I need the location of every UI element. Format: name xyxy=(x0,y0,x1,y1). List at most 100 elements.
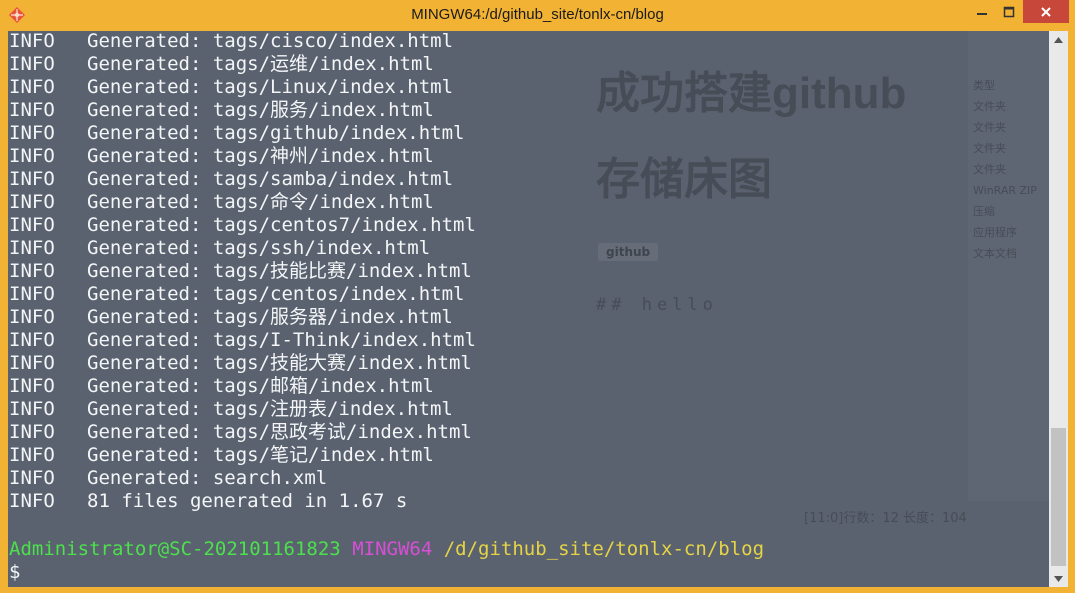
prompt-system: MINGW64 xyxy=(352,538,433,560)
log-message: Generated: tags/github/index.html xyxy=(87,122,465,144)
log-message: Generated: tags/注册表/index.html xyxy=(87,398,453,420)
prompt-symbol: $ xyxy=(9,561,21,583)
scrollbar-thumb[interactable] xyxy=(1051,428,1066,566)
log-message: Generated: tags/技能比赛/index.html xyxy=(87,260,472,282)
background-status-bar: [11:0]行数：12 长度：104 xyxy=(804,511,967,526)
log-level: INFO xyxy=(9,283,55,305)
log-level: INFO xyxy=(9,214,55,236)
background-tag: github xyxy=(598,243,659,261)
log-line: INFO Generated: tags/centos7/index.html xyxy=(9,214,476,237)
log-line: INFO Generated: tags/ssh/index.html xyxy=(9,237,476,260)
log-level: INFO xyxy=(9,122,55,144)
log-line: INFO Generated: tags/samba/index.html xyxy=(9,168,476,191)
log-level: INFO xyxy=(9,306,55,328)
window-border xyxy=(1068,31,1075,593)
maximize-button[interactable] xyxy=(995,0,1022,23)
log-message: Generated: tags/命令/index.html xyxy=(87,191,434,213)
background-sidebar-item: 应用程序 xyxy=(973,226,1017,239)
background-heading-line2: 存储床图 xyxy=(596,155,772,204)
log-line: INFO 81 files generated in 1.67 s xyxy=(9,490,476,513)
background-heading-line1: 成功搭建github xyxy=(596,69,907,118)
log-line: INFO Generated: tags/I-Think/index.html xyxy=(9,329,476,352)
log-line: INFO Generated: tags/github/index.html xyxy=(9,122,476,145)
log-level: INFO xyxy=(9,99,55,121)
shell-prompt: Administrator@SC-202101161823 MINGW64 /d… xyxy=(9,538,764,561)
log-level: INFO xyxy=(9,76,55,98)
log-message: Generated: tags/服务/index.html xyxy=(87,99,434,121)
log-level: INFO xyxy=(9,145,55,167)
log-line: INFO Generated: tags/运维/index.html xyxy=(9,53,476,76)
log-message: Generated: search.xml xyxy=(87,467,328,489)
background-sidebar-header: 类型 xyxy=(973,79,995,92)
log-line: INFO Generated: tags/神州/index.html xyxy=(9,145,476,168)
log-message: Generated: tags/centos7/index.html xyxy=(87,214,476,236)
log-line: INFO Generated: tags/cisco/index.html xyxy=(9,31,476,53)
log-level: INFO xyxy=(9,31,55,52)
scroll-down-button[interactable] xyxy=(1049,570,1068,587)
terminal-window: MINGW64:/d/github_site/tonlx-cn/blog 成功搭… xyxy=(0,0,1075,593)
background-sidebar-item: 文件夹 xyxy=(973,121,1006,134)
log-level: INFO xyxy=(9,398,55,420)
background-sidebar-item: WinRAR ZIP 压缩 xyxy=(973,184,1037,218)
log-level: INFO xyxy=(9,444,55,466)
background-sidebar-item: 文件夹 xyxy=(973,163,1006,176)
prompt-path: /d/github_site/tonlx-cn/blog xyxy=(443,538,765,560)
close-button[interactable] xyxy=(1023,0,1069,23)
maximize-icon xyxy=(1003,6,1014,17)
log-message: 81 files generated in 1.67 s xyxy=(87,490,408,512)
log-message: Generated: tags/Linux/index.html xyxy=(87,76,454,98)
log-line: INFO Generated: search.xml xyxy=(9,467,476,490)
log-line: INFO Generated: tags/笔记/index.html xyxy=(9,444,476,467)
log-message: Generated: tags/笔记/index.html xyxy=(87,444,434,466)
minimize-button[interactable] xyxy=(968,0,995,23)
log-message: Generated: tags/思政考试/index.html xyxy=(87,421,472,443)
background-sidebar-item: 文本文档 xyxy=(973,247,1017,260)
log-line: INFO Generated: tags/Linux/index.html xyxy=(9,76,476,99)
log-message: Generated: tags/运维/index.html xyxy=(87,53,434,75)
log-message: Generated: tags/服务器/index.html xyxy=(87,306,453,328)
log-message: Generated: tags/I-Think/index.html xyxy=(87,329,476,351)
log-lines: INFO Generated: tags/cisco/index.html INFO… xyxy=(9,31,476,513)
background-sidebar-panel xyxy=(968,31,1049,501)
prompt-user-host: Administrator@SC-202101161823 xyxy=(9,538,341,560)
command-input-line[interactable]: $ xyxy=(9,561,20,584)
log-message: Generated: tags/神州/index.html xyxy=(87,145,434,167)
log-level: INFO xyxy=(9,260,55,282)
background-sidebar-list: 类型 文件夹 文件夹 文件夹 文件夹 WinRAR ZIP 压缩 应用程序 文本… xyxy=(973,75,1049,264)
log-level: INFO xyxy=(9,237,55,259)
log-level: INFO xyxy=(9,421,55,443)
log-level: INFO xyxy=(9,490,55,512)
log-message: Generated: tags/samba/index.html xyxy=(87,168,454,190)
log-message: Generated: tags/技能大赛/index.html xyxy=(87,352,472,374)
log-level: INFO xyxy=(9,467,55,489)
log-level: INFO xyxy=(9,168,55,190)
background-sidebar-item: 文件夹 xyxy=(973,142,1006,155)
log-level: INFO xyxy=(9,352,55,374)
title-bar[interactable]: MINGW64:/d/github_site/tonlx-cn/blog xyxy=(0,0,1075,31)
minimize-icon xyxy=(976,12,987,15)
log-level: INFO xyxy=(9,329,55,351)
terminal-output[interactable]: 成功搭建github 存储床图 github ## hello [11:0]行数… xyxy=(8,31,1049,587)
log-level: INFO xyxy=(9,191,55,213)
log-line: INFO Generated: tags/centos/index.html xyxy=(9,283,476,306)
log-level: INFO xyxy=(9,375,55,397)
log-line: INFO Generated: tags/思政考试/index.html xyxy=(9,421,476,444)
background-heading: 成功搭建github 存储床图 xyxy=(596,51,956,223)
scroll-up-button[interactable] xyxy=(1049,31,1068,48)
log-line: INFO Generated: tags/服务器/index.html xyxy=(9,306,476,329)
window-title: MINGW64:/d/github_site/tonlx-cn/blog xyxy=(411,6,664,23)
log-line: INFO Generated: tags/技能大赛/index.html xyxy=(9,352,476,375)
vertical-scrollbar[interactable] xyxy=(1049,31,1068,587)
background-sidebar-item: 文件夹 xyxy=(973,100,1006,113)
chevron-up-icon xyxy=(1054,36,1063,43)
log-message: Generated: tags/centos/index.html xyxy=(87,283,465,305)
log-line: INFO Generated: tags/服务/index.html xyxy=(9,99,476,122)
log-message: Generated: tags/ssh/index.html xyxy=(87,237,431,259)
log-line: INFO Generated: tags/邮箱/index.html xyxy=(9,375,476,398)
close-icon xyxy=(1041,6,1051,17)
chevron-down-icon xyxy=(1054,575,1063,582)
log-line: INFO Generated: tags/注册表/index.html xyxy=(9,398,476,421)
log-line: INFO Generated: tags/技能比赛/index.html xyxy=(9,260,476,283)
log-message: Generated: tags/cisco/index.html xyxy=(87,31,454,52)
log-line: INFO Generated: tags/命令/index.html xyxy=(9,191,476,214)
